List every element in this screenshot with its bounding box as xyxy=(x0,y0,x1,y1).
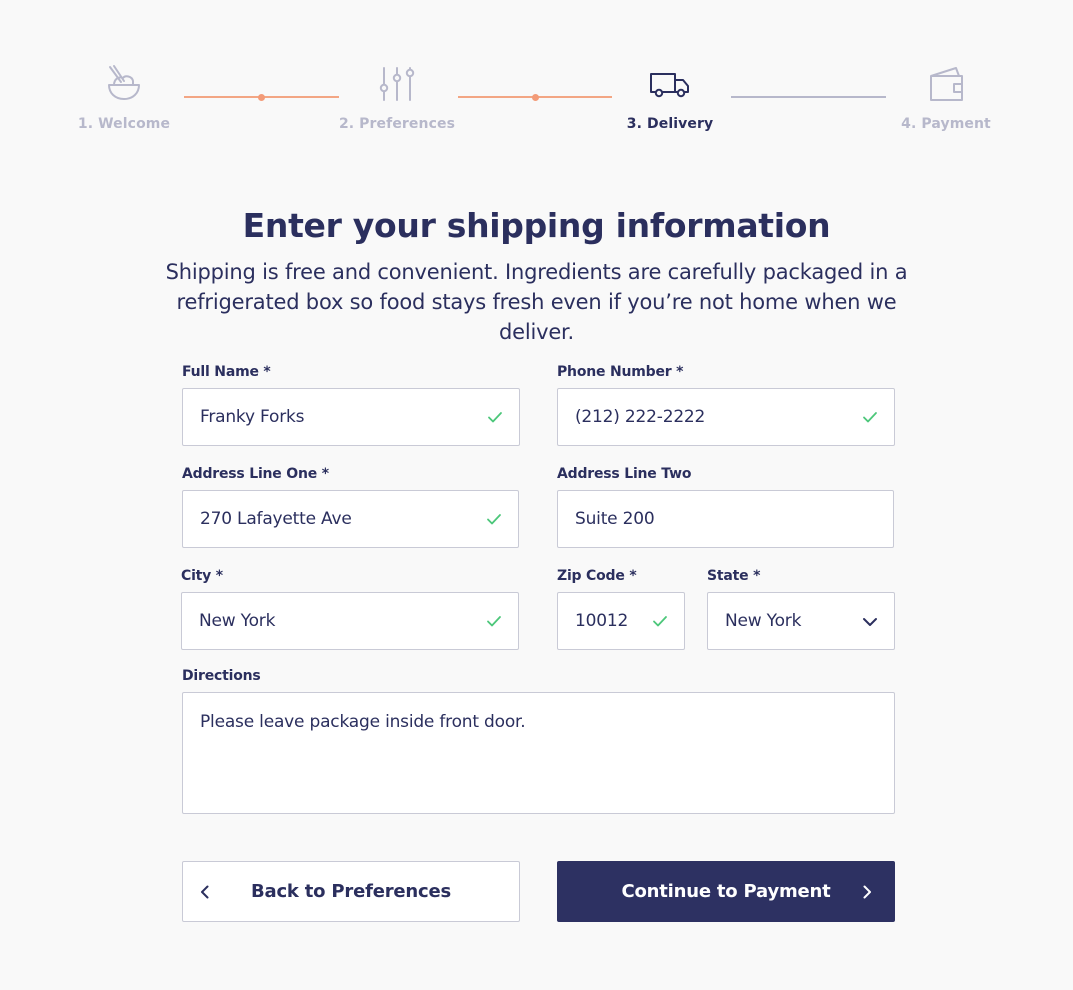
step-payment[interactable]: 4. Payment xyxy=(866,62,1026,132)
full-name-input[interactable]: Franky Forks xyxy=(182,388,520,446)
check-icon xyxy=(487,616,501,627)
check-icon xyxy=(653,616,667,627)
input-value: Franky Forks xyxy=(200,407,305,427)
address-line-one-input[interactable]: 270 Lafayette Ave xyxy=(182,490,519,548)
step-label: 2. Preferences xyxy=(338,116,456,132)
truck-icon xyxy=(590,62,750,106)
field-label: City * xyxy=(181,568,223,584)
connector-dot xyxy=(531,93,539,101)
full-name-field: Full Name * Franky Forks xyxy=(182,364,520,446)
directions-field: Directions Please leave package inside f… xyxy=(182,668,895,814)
step-connector xyxy=(458,93,612,101)
back-to-preferences-button[interactable]: Back to Preferences xyxy=(182,861,520,922)
sliders-icon xyxy=(317,62,477,106)
phone-field: Phone Number * (212) 222-2222 xyxy=(557,364,895,446)
address-line-two-field: Address Line Two Suite 200 xyxy=(557,466,894,548)
step-label: 1. Welcome xyxy=(77,116,171,132)
field-label: Address Line One * xyxy=(182,466,329,482)
step-preferences[interactable]: 2. Preferences xyxy=(317,62,477,132)
page-title: Enter your shipping information xyxy=(242,206,831,245)
check-icon xyxy=(487,514,501,525)
field-label: Directions xyxy=(182,668,261,684)
state-field: State * New York xyxy=(707,568,895,650)
city-field: City * New York xyxy=(181,568,519,650)
page-subtitle: Shipping is free and convenient. Ingredi… xyxy=(165,260,908,344)
select-value: New York xyxy=(725,611,802,631)
input-value: Suite 200 xyxy=(575,509,655,529)
check-icon xyxy=(863,412,877,423)
field-label: State * xyxy=(707,568,761,584)
wallet-icon xyxy=(866,62,1026,106)
field-label: Full Name * xyxy=(182,364,271,380)
field-label: Address Line Two xyxy=(557,466,692,482)
zip-code-field: Zip Code * 10012 xyxy=(557,568,685,650)
address-line-one-field: Address Line One * 270 Lafayette Ave xyxy=(182,466,519,548)
connector-dot xyxy=(258,93,265,101)
chevron-left-icon xyxy=(201,885,209,898)
input-value: 270 Lafayette Ave xyxy=(200,509,352,529)
zip-code-input[interactable]: 10012 xyxy=(557,592,685,650)
input-value: New York xyxy=(199,611,276,631)
city-input[interactable]: New York xyxy=(181,592,519,650)
state-select[interactable]: New York xyxy=(707,592,895,650)
chevron-down-icon xyxy=(863,618,877,626)
phone-input[interactable]: (212) 222-2222 xyxy=(557,388,895,446)
step-label: 3. Delivery xyxy=(626,116,714,132)
step-label: 4. Payment xyxy=(901,116,991,132)
button-label: Back to Preferences xyxy=(250,881,452,902)
step-connector xyxy=(184,93,339,101)
address-line-two-input[interactable]: Suite 200 xyxy=(557,490,894,548)
button-label: Continue to Payment xyxy=(621,881,831,902)
chevron-right-icon xyxy=(863,885,871,898)
continue-to-payment-button[interactable]: Continue to Payment xyxy=(557,861,895,922)
directions-textarea[interactable]: Please leave package inside front door. xyxy=(182,692,895,814)
step-connector xyxy=(731,96,886,98)
step-delivery[interactable]: 3. Delivery xyxy=(590,62,750,132)
input-value: (212) 222-2222 xyxy=(575,407,706,427)
textarea-value: Please leave package inside front door. xyxy=(200,712,526,732)
check-icon xyxy=(488,412,502,423)
field-label: Zip Code * xyxy=(557,568,637,584)
progress-stepper: 1. Welcome 2. Preferences 3. Delivery 4.… xyxy=(0,0,1073,150)
bowl-icon xyxy=(44,62,204,106)
field-label: Phone Number * xyxy=(557,364,684,380)
input-value: 10012 xyxy=(575,611,629,631)
step-welcome[interactable]: 1. Welcome xyxy=(44,62,204,132)
